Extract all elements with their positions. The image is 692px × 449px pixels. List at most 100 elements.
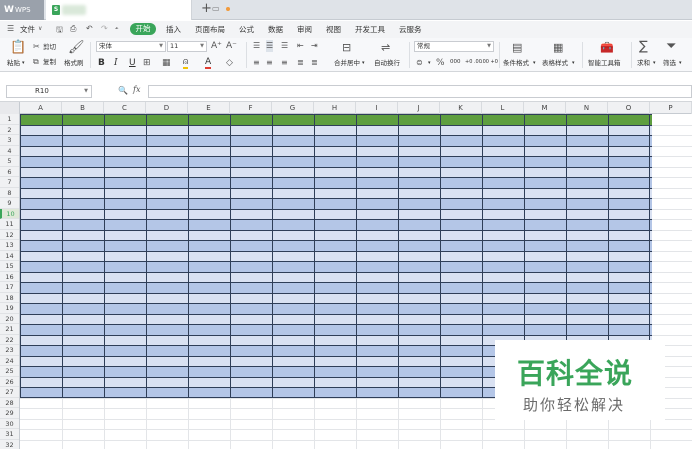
row-header[interactable]: 16	[0, 272, 19, 282]
format-painter-button[interactable]: 格式刷	[64, 59, 84, 68]
column-header[interactable]: D	[146, 102, 188, 114]
name-box[interactable]: R10 ▼	[6, 85, 92, 98]
undo-icon[interactable]: ↶	[86, 24, 93, 33]
underline-icon[interactable]: U	[129, 57, 136, 69]
table-row[interactable]	[20, 261, 652, 272]
row-header[interactable]: 27	[0, 387, 19, 398]
row-header[interactable]: 17	[0, 282, 19, 293]
table-row[interactable]	[20, 240, 652, 251]
row-header[interactable]: 24	[0, 356, 19, 366]
select-all-corner[interactable]	[0, 102, 20, 114]
fill-color-icon[interactable]: ▦	[162, 57, 171, 69]
font-size-select[interactable]: 11 ▼	[167, 41, 207, 52]
increase-indent-icon[interactable]: ⇥	[311, 40, 318, 52]
menu-file[interactable]: 文件	[20, 24, 35, 35]
column-header[interactable]: M	[524, 102, 566, 114]
tab-window-icon[interactable]: ▭	[212, 4, 220, 13]
currency-icon[interactable]: ⊜	[416, 57, 423, 69]
thousands-separator-button[interactable]: 000	[450, 58, 461, 67]
decrease-font-icon[interactable]: A⁻	[226, 40, 237, 52]
increase-decimal-button[interactable]: +0 .00	[465, 58, 482, 67]
align-top-icon[interactable]: ☰	[253, 40, 260, 52]
row-header[interactable]: 22	[0, 335, 19, 345]
name-box-dropdown-icon[interactable]: ▼	[84, 86, 88, 97]
table-row[interactable]	[20, 303, 652, 314]
column-header[interactable]: L	[482, 102, 524, 114]
hamburger-menu-icon[interactable]: ☰	[7, 24, 14, 33]
row-header[interactable]: 5	[0, 156, 19, 167]
row-header[interactable]: 9	[0, 198, 19, 209]
paste-icon[interactable]: 📋	[10, 41, 26, 55]
table-row[interactable]	[20, 250, 652, 261]
row-header[interactable]: 2	[0, 125, 19, 135]
row-header[interactable]: 32	[0, 440, 19, 449]
wrap-text-button[interactable]: 自动换行	[374, 59, 400, 68]
table-row[interactable]	[20, 292, 652, 303]
table-row[interactable]	[20, 229, 652, 240]
column-header[interactable]: B	[62, 102, 104, 114]
menu-home[interactable]: 开始	[130, 23, 156, 35]
menu-data[interactable]: 数据	[268, 24, 283, 35]
menu-view[interactable]: 视图	[326, 24, 341, 35]
paste-dropdown-icon[interactable]: ▾	[22, 59, 25, 68]
row-header[interactable]: 20	[0, 314, 19, 324]
decrease-indent-icon[interactable]: ⇤	[297, 40, 304, 52]
row-header[interactable]: 31	[0, 429, 19, 440]
column-header[interactable]: A	[20, 102, 62, 114]
column-header[interactable]: G	[272, 102, 314, 114]
smart-toolbox-button[interactable]: 智能工具箱	[588, 59, 621, 68]
justify-icon[interactable]: ≣	[297, 57, 304, 69]
table-row[interactable]	[20, 198, 652, 209]
row-header[interactable]: 13	[0, 240, 19, 251]
merge-dropdown-icon[interactable]: ▾	[362, 59, 365, 68]
menu-developer[interactable]: 开发工具	[355, 24, 385, 35]
table-row[interactable]	[20, 282, 652, 293]
row-header[interactable]: 3	[0, 135, 19, 146]
table-row[interactable]	[20, 271, 652, 282]
sum-icon[interactable]: ∑	[639, 40, 648, 54]
row-header[interactable]: 1	[0, 114, 19, 125]
row-header[interactable]: 11	[0, 219, 19, 230]
menu-review[interactable]: 审阅	[297, 24, 312, 35]
wps-home-tab[interactable]: W WPS	[0, 0, 44, 20]
row-header[interactable]: 26	[0, 377, 19, 387]
table-style-dropdown-icon[interactable]: ▾	[572, 59, 575, 68]
redo-icon[interactable]: ↷	[101, 24, 108, 33]
font-size-dropdown-icon[interactable]: ▼	[200, 42, 204, 51]
table-row[interactable]	[20, 135, 652, 146]
sum-dropdown-icon[interactable]: ▾	[653, 59, 656, 68]
font-name-select[interactable]: 宋体 ▼	[96, 41, 166, 52]
row-header[interactable]: 18	[0, 293, 19, 303]
column-header[interactable]: E	[188, 102, 230, 114]
table-row[interactable]	[20, 166, 652, 177]
smart-toolbox-icon[interactable]: 🧰	[600, 41, 614, 55]
paste-button[interactable]: 粘贴	[7, 59, 20, 68]
table-row[interactable]	[20, 324, 652, 335]
row-header[interactable]: 19	[0, 303, 19, 314]
currency-dropdown-icon[interactable]: ▾	[428, 59, 431, 68]
table-style-button[interactable]: 表格样式	[542, 59, 568, 68]
table-header-row[interactable]	[20, 114, 652, 125]
table-row[interactable]	[20, 145, 652, 156]
table-style-icon[interactable]: ▦	[553, 41, 563, 55]
column-header[interactable]: N	[566, 102, 608, 114]
filter-button[interactable]: 筛选	[663, 59, 676, 68]
table-row[interactable]	[20, 313, 652, 324]
insert-function-icon[interactable]: fx	[133, 85, 140, 94]
align-bottom-icon[interactable]: ☰	[281, 40, 288, 52]
row-header[interactable]: 8	[0, 188, 19, 198]
conditional-format-dropdown-icon[interactable]: ▾	[533, 59, 536, 68]
column-header[interactable]: O	[608, 102, 650, 114]
row-header[interactable]: 14	[0, 251, 19, 261]
row-header[interactable]: 28	[0, 398, 19, 408]
print-icon[interactable]: ⎙	[70, 24, 76, 34]
zoom-icon[interactable]: 🔍	[118, 86, 128, 95]
clear-format-icon[interactable]: ◇	[226, 57, 233, 69]
font-color-icon[interactable]: A	[205, 57, 212, 69]
table-row[interactable]	[20, 219, 652, 230]
column-header[interactable]: P	[650, 102, 692, 114]
cut-button[interactable]: 剪切	[43, 43, 56, 52]
highlight-color-icon[interactable]: ⍝	[183, 57, 189, 69]
file-dropdown-icon[interactable]: ∨	[38, 25, 42, 32]
row-header[interactable]: 15	[0, 261, 19, 272]
